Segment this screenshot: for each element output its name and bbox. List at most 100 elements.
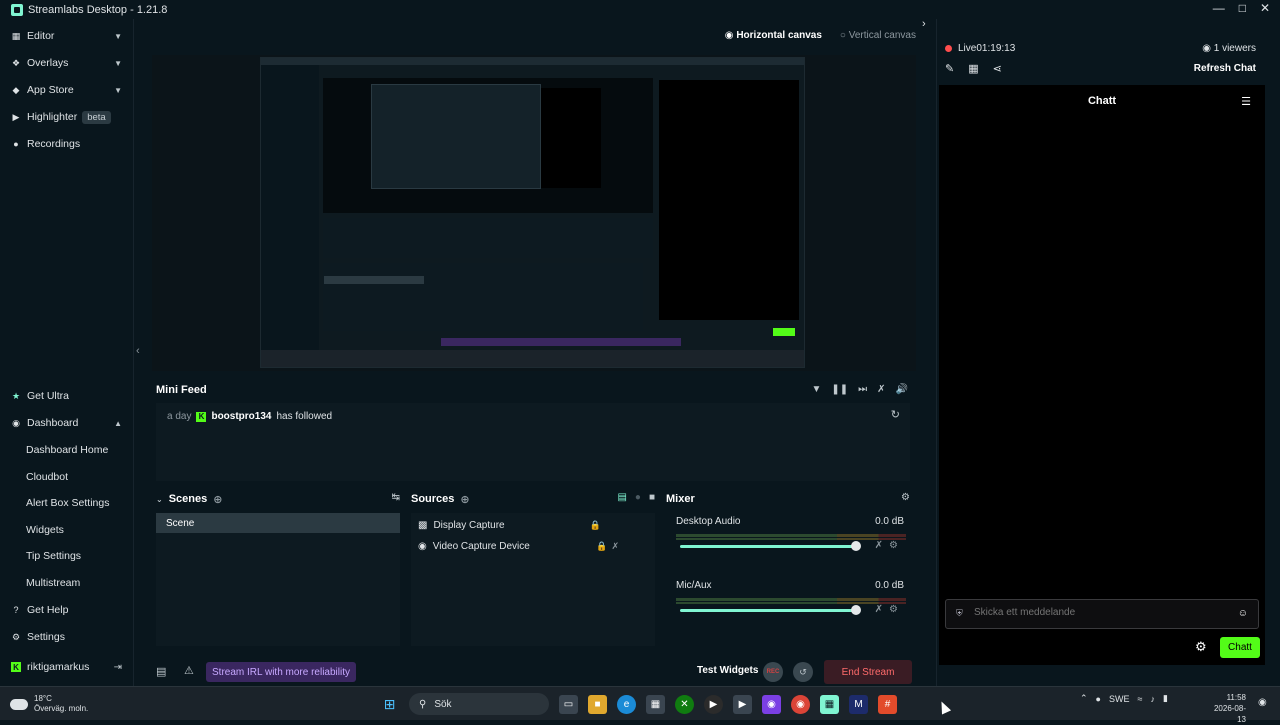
chevron-down-icon: ▼	[114, 31, 122, 41]
taskbar-search[interactable]: ⚲ Sök	[409, 693, 549, 715]
sidebar-item-recordings[interactable]: ● Recordings	[0, 133, 134, 155]
event-user[interactable]: boostpro134	[211, 411, 271, 422]
source-item[interactable]: ▩ Display Capture 🔒	[411, 515, 655, 535]
add-source-icon[interactable]: ⊕	[460, 493, 469, 506]
stream-settings-icon[interactable]: ▦	[968, 62, 978, 75]
performance-icon[interactable]: ▤	[156, 665, 166, 678]
mixer-channel: Mic/Aux 0.0 dB ✗⚙	[666, 577, 912, 637]
chrome-icon[interactable]: ◉	[791, 694, 810, 714]
volume-meter	[676, 598, 906, 601]
sidebar-item-label: riktigamarkus	[27, 661, 90, 673]
chat-settings-icon[interactable]: ⚙	[1195, 639, 1207, 655]
skip-icon[interactable]: ⏭	[858, 384, 867, 395]
sidebar-item-editor[interactable]: ▦ Editor ▼	[0, 25, 134, 47]
speaker-icon[interactable]: ♪	[1150, 694, 1155, 704]
mute-gear-icons[interactable]: ✗⚙	[875, 604, 904, 615]
edit-stream-info-icon[interactable]: ✎	[945, 62, 954, 75]
filter-icon[interactable]: ▼	[811, 384, 821, 395]
media-player-icon[interactable]: ▶	[704, 694, 723, 714]
scene-transitions-icon[interactable]: ↹	[392, 492, 400, 503]
notification-icon[interactable]: ⚠	[184, 664, 194, 677]
close-button[interactable]: ✕	[1260, 1, 1270, 15]
collapse-chat-icon[interactable]: ›	[922, 18, 926, 30]
sidebar-item-account[interactable]: K riktigamarkus ⇥	[0, 656, 134, 678]
ultra-icon: ★	[11, 390, 21, 401]
sidebar-item-multistream[interactable]: Multistream	[0, 572, 134, 594]
replay-buffer-icon[interactable]: ↺	[793, 662, 813, 682]
volume-icon[interactable]: 🔊	[896, 384, 908, 395]
send-chat-button[interactable]: Chatt	[1220, 637, 1260, 658]
collapse-left-icon[interactable]: ‹	[136, 345, 140, 357]
sidebar-item-get-help[interactable]: ? Get Help	[0, 599, 134, 621]
xbox-icon[interactable]: ✕	[675, 694, 694, 714]
minimize-button[interactable]: —	[1213, 1, 1225, 15]
language-indicator[interactable]: SWE	[1109, 694, 1130, 704]
windows-start-icon[interactable]: ⊞	[380, 695, 399, 714]
app-icon[interactable]: ◉	[762, 694, 781, 714]
user-list-icon[interactable]: ☰	[1241, 95, 1251, 108]
emote-icon[interactable]: ☺	[1238, 608, 1248, 619]
repeat-icon[interactable]: ↻	[891, 408, 900, 421]
sidebar-item-alert-box-settings[interactable]: Alert Box Settings	[0, 492, 134, 514]
task-view-icon[interactable]: ▭	[559, 694, 578, 714]
notifications-icon[interactable]: ◉	[1258, 697, 1267, 708]
horizontal-canvas-toggle[interactable]: ◉ Horizontal canvas	[725, 30, 822, 41]
clock[interactable]: 11:58 2026-08-13	[1206, 692, 1246, 725]
search-label: Sök	[434, 698, 452, 710]
irl-promo[interactable]: Stream IRL with more reliability	[206, 662, 357, 682]
logout-icon[interactable]: ⇥	[114, 662, 122, 673]
battery-icon[interactable]: ▮	[1163, 693, 1168, 704]
store-icon[interactable]: ▦	[646, 694, 665, 714]
wifi-icon[interactable]: ≈	[1138, 694, 1143, 704]
video-editor-icon[interactable]: ▶	[733, 694, 752, 714]
folder-icon[interactable]: ■	[649, 492, 655, 503]
end-stream-button[interactable]: End Stream	[824, 660, 912, 684]
mute-gear-icons[interactable]: ✗⚙	[875, 540, 904, 551]
collapse-icon[interactable]: ⌄	[156, 495, 163, 504]
sidebar-item-tip-settings[interactable]: Tip Settings	[0, 545, 134, 567]
share-icon[interactable]: ⋖	[993, 62, 1002, 75]
cloud-icon	[10, 698, 28, 710]
chevron-up-icon[interactable]: ⌃	[1080, 693, 1088, 704]
pause-icon[interactable]: ❚❚	[831, 384, 848, 395]
sidebar-item-app-store[interactable]: ◆ App Store ▼	[0, 79, 134, 101]
sidebar-item-widgets[interactable]: Widgets	[0, 519, 134, 541]
add-group-icon[interactable]: ▤	[617, 492, 626, 503]
mute-alerts-icon[interactable]: ✗	[877, 384, 885, 395]
sidebar-item-cloudbot[interactable]: Cloudbot	[0, 466, 134, 488]
lock-icon[interactable]: 🔒	[590, 520, 605, 531]
dashboard-icon: ◉	[12, 417, 20, 428]
microphone-icon[interactable]: ●	[1096, 694, 1101, 704]
scene-item[interactable]: Scene	[156, 513, 400, 533]
stream-preview[interactable]	[152, 55, 916, 371]
refresh-chat-button[interactable]: Refresh Chat	[1194, 63, 1256, 74]
sidebar-item-dashboard-home[interactable]: Dashboard Home	[0, 439, 134, 461]
weather-widget[interactable]: 18°C Överväg. moln.	[10, 694, 88, 714]
test-widgets-label[interactable]: Test Widgets	[697, 665, 758, 676]
volume-slider[interactable]	[680, 609, 856, 612]
lock-visibility-icons[interactable]: 🔒✗	[596, 541, 623, 552]
chat-input[interactable]	[974, 607, 1224, 618]
sidebar-item-overlays[interactable]: ❖ Overlays ▼	[0, 52, 134, 74]
maximize-button[interactable]: □	[1239, 1, 1246, 15]
add-scene-icon[interactable]: ⊕	[213, 493, 222, 506]
volume-slider[interactable]	[680, 545, 856, 548]
sidebar-item-settings[interactable]: ⚙ Settings	[0, 626, 134, 648]
sidebar-item-label: Get Ultra	[27, 390, 70, 402]
sidebar-item-dashboard[interactable]: ◉ Dashboard ▲	[0, 412, 134, 434]
vertical-canvas-toggle[interactable]: ○ Vertical canvas	[840, 30, 916, 41]
app-icon-2[interactable]: M	[849, 694, 868, 714]
chat-input-box[interactable]: ⛨ ☺	[945, 599, 1259, 629]
record-button[interactable]: REC	[763, 662, 783, 682]
sidebar-item-get-ultra[interactable]: ★ Get Ultra	[0, 385, 134, 407]
streamlabs-taskbar-icon[interactable]: ▦	[820, 694, 839, 714]
gear-icon[interactable]: ⚙	[901, 492, 910, 503]
volume-knob[interactable]	[851, 605, 861, 615]
source-item[interactable]: ◉ Video Capture Device 🔒✗	[411, 536, 655, 556]
edge-icon[interactable]: e	[617, 694, 636, 714]
sidebar-item-highlighter[interactable]: ▶ Highlighter beta	[0, 106, 134, 128]
remove-source-icon[interactable]: ●	[635, 492, 641, 503]
app-icon-3[interactable]: #	[878, 694, 897, 714]
file-explorer-icon[interactable]: ■	[588, 694, 607, 714]
volume-knob[interactable]	[851, 541, 861, 551]
